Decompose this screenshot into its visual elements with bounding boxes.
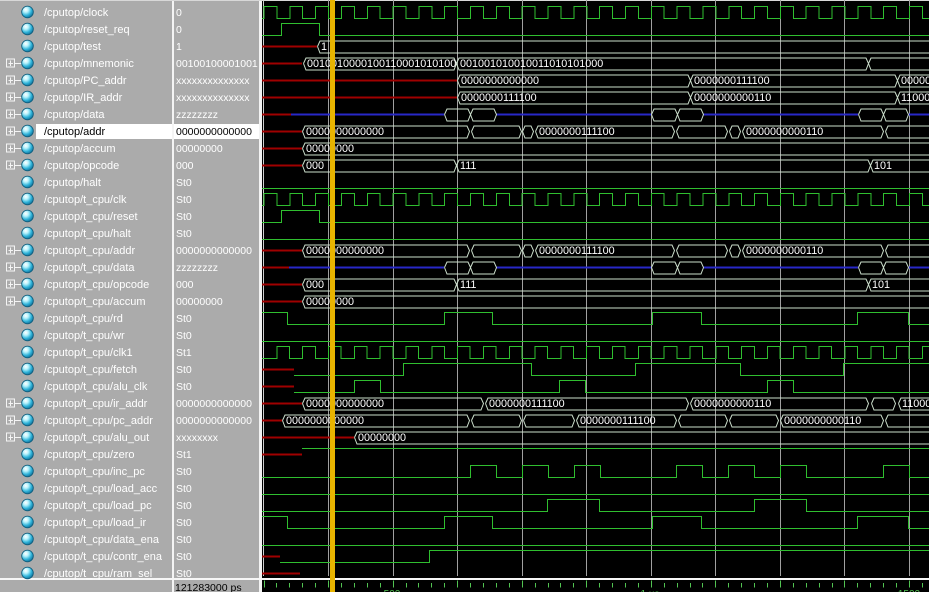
svg-text:0000000000000: 0000000000000 <box>176 126 252 138</box>
svg-text:/cputop/t_cpu/ram_sel: /cputop/t_cpu/ram_sel <box>44 568 152 580</box>
svg-text:/cputop/t_cpu/reset: /cputop/t_cpu/reset <box>44 211 138 223</box>
svg-text:0000000000000: 0000000000000 <box>306 398 384 410</box>
svg-text:00000000: 00000000 <box>358 432 406 444</box>
svg-text:/cputop/t_cpu/clk1: /cputop/t_cpu/clk1 <box>44 347 133 359</box>
svg-text:St1: St1 <box>176 449 192 461</box>
svg-text:St0: St0 <box>176 466 192 478</box>
svg-text:0000000000000: 0000000000000 <box>176 245 252 257</box>
svg-text:0000000000000: 0000000000000 <box>286 415 364 427</box>
svg-text:St0: St0 <box>176 483 192 495</box>
svg-text:St0: St0 <box>176 551 192 563</box>
svg-text:xxxxxxxxxxxxxx: xxxxxxxxxxxxxx <box>176 75 250 87</box>
svg-text:111: 111 <box>460 279 476 291</box>
svg-text:St0: St0 <box>176 177 192 189</box>
svg-text:101: 101 <box>872 279 890 291</box>
svg-text:0000000111100: 0000000111100 <box>580 415 656 427</box>
svg-text:0010010000100110001010100: 0010010000100110001010100 <box>307 58 456 70</box>
svg-text:/cputop/IR_addr: /cputop/IR_addr <box>44 92 123 104</box>
svg-text:000: 000 <box>306 160 324 172</box>
svg-text:/cputop/opcode: /cputop/opcode <box>44 160 119 172</box>
svg-text:/cputop/t_cpu/inc_pc: /cputop/t_cpu/inc_pc <box>44 466 145 478</box>
svg-text:0000000111100: 0000000111100 <box>461 92 537 104</box>
svg-text:zzzzzzzz: zzzzzzzz <box>176 109 218 121</box>
svg-text:/cputop/t_cpu/halt: /cputop/t_cpu/halt <box>44 228 131 240</box>
svg-text:/cputop/data: /cputop/data <box>44 109 105 121</box>
svg-text:000: 000 <box>306 279 324 291</box>
svg-text:0000000000110: 0000000000110 <box>784 415 861 427</box>
svg-text:000000: 000000 <box>901 75 929 87</box>
svg-text:St0: St0 <box>176 534 192 546</box>
svg-text:/cputop/addr: /cputop/addr <box>44 126 105 138</box>
svg-text:0000000000000: 0000000000000 <box>176 398 252 410</box>
svg-text:/cputop/t_cpu/pc_addr: /cputop/t_cpu/pc_addr <box>44 415 153 427</box>
svg-text:/cputop/t_cpu/clk: /cputop/t_cpu/clk <box>44 194 127 206</box>
svg-text:/cputop/test: /cputop/test <box>44 41 101 53</box>
svg-text:/cputop/t_cpu/contr_ena: /cputop/t_cpu/contr_ena <box>44 551 163 563</box>
svg-text:0000000000110: 0000000000110 <box>746 126 823 138</box>
svg-text:/cputop/t_cpu/load_ir: /cputop/t_cpu/load_ir <box>44 517 146 529</box>
svg-text:St1: St1 <box>176 347 192 359</box>
svg-text:/cputop/t_cpu/accum: /cputop/t_cpu/accum <box>44 296 146 308</box>
svg-text:St0: St0 <box>176 211 192 223</box>
svg-text:/cputop/t_cpu/load_pc: /cputop/t_cpu/load_pc <box>44 500 152 512</box>
svg-text:/cputop/mnemonic: /cputop/mnemonic <box>44 58 134 70</box>
svg-text:1: 1 <box>321 41 327 53</box>
svg-text:xxxxxxxxxxxxxx: xxxxxxxxxxxxxx <box>176 92 250 104</box>
svg-text:/cputop/reset_req: /cputop/reset_req <box>44 24 130 36</box>
svg-text:121283000 ps: 121283000 ps <box>175 582 242 592</box>
svg-text:/cputop/PC_addr: /cputop/PC_addr <box>44 75 127 87</box>
svg-text:St0: St0 <box>176 568 192 580</box>
svg-text:0000000000000: 0000000000000 <box>176 415 252 427</box>
svg-text:/cputop/halt: /cputop/halt <box>44 177 101 189</box>
svg-text:St0: St0 <box>176 500 192 512</box>
svg-text:St0: St0 <box>176 313 192 325</box>
svg-text:/cputop/t_cpu/data_ena: /cputop/t_cpu/data_ena <box>44 534 160 546</box>
svg-text:0000000111100: 0000000111100 <box>539 126 615 138</box>
svg-text:0000000000000: 0000000000000 <box>461 75 539 87</box>
svg-text:/cputop/t_cpu/load_acc: /cputop/t_cpu/load_acc <box>44 483 158 495</box>
svg-text:0000000000110: 0000000000110 <box>694 92 771 104</box>
svg-text:001001010010011010101000: 001001010010011010101000 <box>460 58 603 70</box>
svg-text:111: 111 <box>460 160 476 172</box>
svg-text:/cputop/t_cpu/alu_clk: /cputop/t_cpu/alu_clk <box>44 381 148 393</box>
svg-text:0000000111100: 0000000111100 <box>694 75 770 87</box>
svg-text:000: 000 <box>176 279 194 291</box>
svg-text:St0: St0 <box>176 228 192 240</box>
svg-text:000: 000 <box>176 160 194 172</box>
svg-text:/cputop/t_cpu/addr: /cputop/t_cpu/addr <box>44 245 135 257</box>
svg-text:/cputop/clock: /cputop/clock <box>44 7 109 19</box>
svg-text:0000000000110: 0000000000110 <box>694 398 771 410</box>
svg-text:St0: St0 <box>176 517 192 529</box>
svg-text:101: 101 <box>874 160 892 172</box>
svg-text:St0: St0 <box>176 381 192 393</box>
svg-text:/cputop/accum: /cputop/accum <box>44 143 116 155</box>
svg-text:/cputop/t_cpu/opcode: /cputop/t_cpu/opcode <box>44 279 149 291</box>
svg-text:0000000000000: 0000000000000 <box>306 245 384 257</box>
svg-text:0000000111100: 0000000111100 <box>489 398 565 410</box>
svg-text:0: 0 <box>176 24 182 36</box>
svg-text:/cputop/t_cpu/fetch: /cputop/t_cpu/fetch <box>44 364 137 376</box>
svg-text:0000000000000: 0000000000000 <box>306 126 384 138</box>
svg-text:0: 0 <box>176 7 182 19</box>
svg-text:0000000000110: 0000000000110 <box>746 245 823 257</box>
svg-text:St0: St0 <box>176 194 192 206</box>
svg-text:St0: St0 <box>176 330 192 342</box>
svg-text:/cputop/t_cpu/ir_addr: /cputop/t_cpu/ir_addr <box>44 398 148 410</box>
svg-text:xxxxxxxx: xxxxxxxx <box>176 432 219 444</box>
svg-text:/cputop/t_cpu/wr: /cputop/t_cpu/wr <box>44 330 125 342</box>
svg-text:St0: St0 <box>176 364 192 376</box>
svg-text:/cputop/t_cpu/rd: /cputop/t_cpu/rd <box>44 313 123 325</box>
svg-text:/cputop/t_cpu/zero: /cputop/t_cpu/zero <box>44 449 135 461</box>
svg-text:/cputop/t_cpu/data: /cputop/t_cpu/data <box>44 262 135 274</box>
svg-text:1: 1 <box>176 41 182 53</box>
svg-text:00000000: 00000000 <box>176 296 223 308</box>
svg-text:110000: 110000 <box>901 92 929 104</box>
svg-text:zzzzzzzz: zzzzzzzz <box>176 262 218 274</box>
svg-text:0000000111100: 0000000111100 <box>539 245 615 257</box>
svg-text:00000000: 00000000 <box>176 143 223 155</box>
svg-text:/cputop/t_cpu/alu_out: /cputop/t_cpu/alu_out <box>44 432 149 444</box>
svg-text:00100100001001: 00100100001001 <box>176 58 258 70</box>
svg-text:110000: 110000 <box>902 398 929 410</box>
